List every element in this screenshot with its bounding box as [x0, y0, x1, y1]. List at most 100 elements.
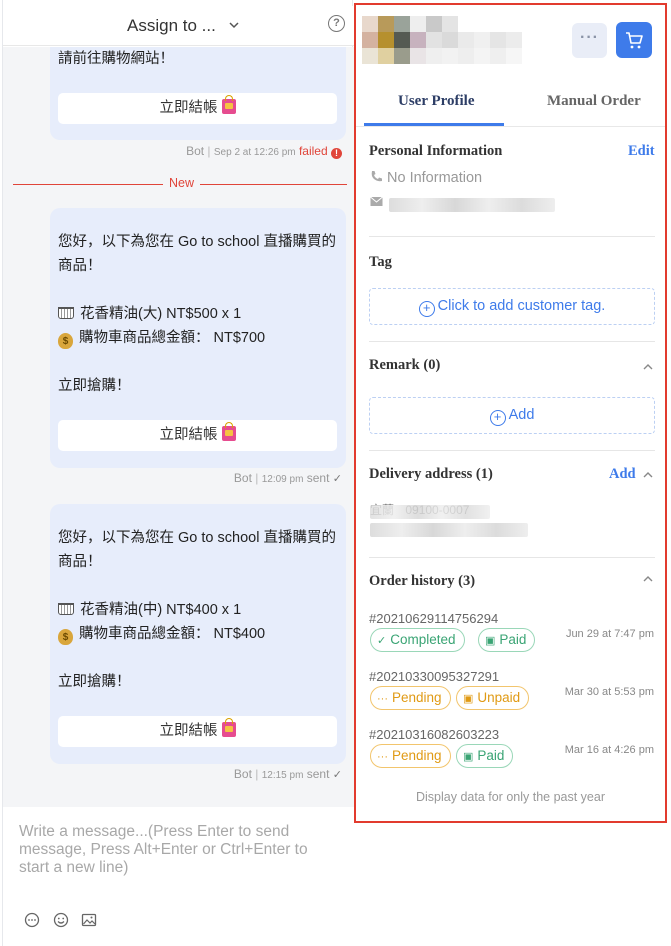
edit-personal-button[interactable]: Edit	[628, 143, 655, 160]
add-tag-button[interactable]: + Click to add customer tag.	[369, 288, 655, 325]
message-time: Sep 2 at 12:26 pm	[213, 147, 296, 158]
sender-label: Bot	[186, 144, 205, 158]
new-divider-label: New	[163, 176, 201, 190]
message-text: 您好，以下為您在 Go to school 直播購買的商品！	[58, 234, 336, 274]
message-time: 12:09 pm	[261, 474, 304, 485]
order-id-link[interactable]: #20210629114756294	[369, 611, 498, 626]
check-circle-icon: ✓	[377, 635, 387, 647]
message-list[interactable]: 請前往購物網站！ 立即結帳 Bot | Sep 2 at 12:26 pm fa…	[3, 47, 354, 807]
divider	[369, 236, 655, 237]
shopping-bag-icon	[221, 718, 236, 737]
personal-info-title: Personal Information	[369, 143, 503, 159]
checkout-label: 立即結帳	[159, 723, 218, 739]
shopping-bag-icon	[221, 95, 236, 114]
message-input[interactable]: Write a message...(Press Enter to send m…	[19, 823, 339, 877]
order-id-link[interactable]: #20210316082603223	[369, 727, 499, 742]
sent-status: sent	[306, 471, 330, 485]
order-date: Mar 30 at 5:53 pm	[564, 686, 654, 698]
email-redacted	[389, 198, 555, 212]
message-text: 您好，以下為您在 Go to school 直播購買的商品！	[58, 530, 336, 570]
image-icon[interactable]	[81, 912, 97, 928]
checkout-button[interactable]: 立即結帳	[58, 716, 337, 747]
customer-profile-panel: ··· User Profile Manual Order Personal I…	[354, 3, 667, 823]
active-tab-indicator	[364, 123, 504, 126]
add-address-button[interactable]: Add	[609, 466, 636, 483]
check-icon: ✓	[332, 473, 342, 485]
chevron-down-icon[interactable]	[229, 20, 239, 30]
status-badge: ··· Pending	[370, 686, 451, 710]
help-icon[interactable]: ?	[328, 15, 345, 32]
address-redacted	[370, 505, 490, 519]
message-total-line: $ 購物車商品總金額： NT$700	[58, 326, 343, 350]
plus-circle-icon: +	[418, 301, 435, 317]
failed-status: failed	[298, 144, 328, 158]
message-total-line: $ 購物車商品總金額： NT$400	[58, 622, 343, 646]
payment-badge: ▣ Paid	[478, 628, 536, 652]
assign-dropdown[interactable]: Assign to ...	[127, 16, 216, 36]
message-bubble: 請前往購物網站！ 立即結帳	[50, 47, 346, 140]
divider	[369, 557, 655, 558]
plus-circle-icon: +	[489, 410, 506, 426]
order-date: Mar 16 at 4:26 pm	[564, 744, 654, 756]
message-composer[interactable]: Write a message...(Press Enter to send m…	[3, 807, 354, 946]
sent-status: sent	[306, 767, 330, 781]
message-meta: Bot | Sep 2 at 12:26 pm failed !	[186, 144, 342, 159]
add-remark-label: Add	[508, 407, 535, 423]
more-options-button[interactable]: ···	[572, 23, 607, 58]
message-bubble: 您好，以下為您在 Go to school 直播購買的商品！ 花香精油(大) N…	[50, 208, 346, 468]
chevron-up-icon[interactable]	[643, 470, 653, 480]
add-remark-button[interactable]: + Add	[369, 397, 655, 434]
checkout-button[interactable]: 立即結帳	[58, 93, 337, 124]
phone-icon	[371, 171, 382, 182]
message-meta: Bot | 12:09 pm sent ✓	[233, 471, 342, 485]
status-badge: ✓ Completed	[370, 628, 465, 652]
emoji-icon[interactable]	[53, 912, 69, 928]
wallet-icon: ▣	[463, 693, 474, 705]
add-tag-label: Click to add customer tag.	[437, 298, 606, 314]
chevron-up-icon[interactable]	[643, 574, 653, 584]
checkout-button[interactable]: 立即結帳	[58, 420, 337, 451]
error-icon[interactable]: !	[331, 148, 342, 159]
message-cta-line: 立即搶購！	[58, 674, 131, 690]
message-item-line: 花香精油(大) NT$500 x 1	[58, 302, 343, 326]
tab-manual-order[interactable]: Manual Order	[547, 93, 641, 110]
message-time: 12:15 pm	[261, 770, 304, 781]
divider	[369, 450, 655, 451]
cart-icon	[626, 32, 643, 49]
money-bag-icon: $	[58, 629, 73, 645]
check-icon: ✓	[332, 769, 342, 781]
ellipsis-icon: ···	[377, 693, 388, 705]
remark-title: Remark (0)	[369, 357, 441, 373]
chat-bubble-icon[interactable]	[24, 912, 40, 928]
tab-user-profile[interactable]: User Profile	[398, 93, 475, 110]
tag-title: Tag	[369, 254, 392, 270]
sender-label: Bot	[233, 471, 252, 485]
mail-icon	[370, 196, 383, 206]
message-text: 請前往購物網站！	[58, 51, 174, 67]
divider	[369, 341, 655, 342]
email-row	[370, 195, 387, 211]
delivery-title: Delivery address (1)	[369, 466, 493, 482]
wallet-icon: ▣	[485, 635, 496, 647]
message-cta-line: 立即搶購！	[58, 378, 131, 394]
payment-badge: ▣ Paid	[456, 744, 514, 768]
address-redacted	[370, 523, 528, 537]
order-history-footer: Display data for only the past year	[416, 790, 605, 804]
order-history-title: Order history (3)	[369, 573, 476, 589]
message-meta: Bot | 12:15 pm sent ✓	[233, 767, 342, 781]
checkout-label: 立即結帳	[159, 100, 218, 116]
shopping-cart-icon	[58, 307, 74, 319]
avatar	[362, 16, 522, 68]
chat-panel: Assign to ... ? 請前往購物網站！ 立即結帳 Bot | Sep …	[2, 0, 354, 946]
order-id-link[interactable]: #20210330095327291	[369, 669, 499, 684]
profile-tabs: User Profile Manual Order	[356, 81, 665, 127]
phone-value: No Information	[387, 170, 483, 186]
shopping-bag-icon	[221, 422, 236, 441]
chevron-up-icon[interactable]	[643, 362, 653, 372]
sender-label: Bot	[233, 767, 252, 781]
create-order-button[interactable]	[616, 22, 652, 58]
phone-row: No Information	[370, 170, 482, 186]
shopping-cart-icon	[58, 603, 74, 615]
chat-header: Assign to ... ?	[3, 6, 354, 46]
wallet-icon: ▣	[463, 751, 474, 763]
